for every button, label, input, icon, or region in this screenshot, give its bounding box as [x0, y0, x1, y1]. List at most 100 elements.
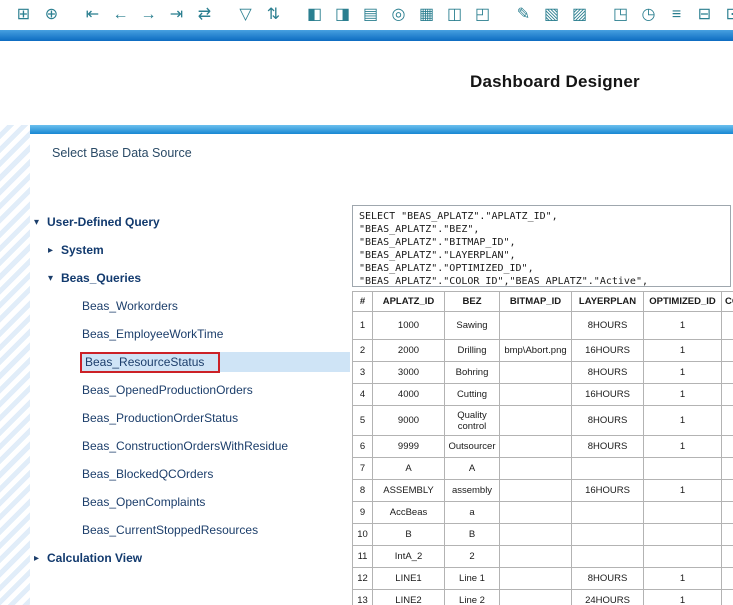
tree-item[interactable]: ▸System — [34, 236, 350, 264]
tree-item-body: User-Defined Query — [47, 212, 350, 232]
tree-item[interactable]: Beas_Workorders — [34, 292, 350, 320]
table-row[interactable]: 7AA — [353, 458, 733, 480]
table-row[interactable]: 12LINE1Line 18HOURS1 — [353, 568, 733, 590]
column-header: BEZ — [445, 292, 500, 312]
last-record-icon[interactable]: ⇥ — [165, 3, 188, 26]
chevron-right-icon[interactable]: ▸ — [48, 245, 61, 256]
tree-item[interactable]: ▸Calculation View — [34, 544, 350, 572]
column-header: BITMAP_ID — [500, 292, 572, 312]
document-search-icon[interactable]: ◰ — [471, 3, 494, 26]
tree-item-body: Beas_Workorders — [82, 296, 350, 316]
table-cell: 8HOURS — [572, 312, 644, 340]
refresh-icon[interactable]: ⇄ — [193, 3, 216, 26]
sql-preview[interactable]: SELECT "BEAS_APLATZ"."APLATZ_ID", "BEAS_A… — [352, 205, 731, 287]
previous-record-icon[interactable]: ← — [109, 3, 132, 26]
list-icon[interactable]: ≡ — [665, 3, 688, 26]
selection-marker-box: Beas_ResourceStatus — [80, 352, 220, 373]
table-cell: 9 — [353, 502, 373, 524]
page-title: Dashboard Designer — [470, 72, 640, 92]
tree-item-label: Beas_ResourceStatus — [85, 355, 204, 369]
table-row[interactable]: 8ASSEMBLYassembly16HOURS1 — [353, 480, 733, 502]
tree-item-body: Beas_ProductionOrderStatus — [82, 408, 350, 428]
next-window-icon[interactable]: ◨ — [331, 3, 354, 26]
table-cell: 16HOURS — [572, 340, 644, 362]
tree-item-label: Beas_CurrentStoppedResources — [82, 523, 258, 537]
tree-item[interactable]: Beas_BlockedQCOrders — [34, 460, 350, 488]
edit-pencil-icon[interactable]: ✎ — [512, 3, 535, 26]
sql-line: "BEAS_APLATZ"."LAYERPLAN", — [359, 249, 724, 262]
table-icon[interactable]: ▦ — [415, 3, 438, 26]
column-header: APLATZ_ID — [373, 292, 445, 312]
chevron-right-icon[interactable]: ▸ — [34, 553, 47, 564]
table-row[interactable]: 44000Cutting16HOURS1 — [353, 384, 733, 406]
table-cell — [500, 568, 572, 590]
sort-icon[interactable]: ⇅ — [262, 3, 285, 26]
data-source-tree: ▾User-Defined Query▸System▾Beas_QueriesB… — [34, 208, 350, 572]
table-cell — [644, 502, 722, 524]
table-cell: a — [445, 502, 500, 524]
tree-item[interactable]: Beas_ProductionOrderStatus — [34, 404, 350, 432]
table-row[interactable]: 59000Quality control8HOURS1 — [353, 406, 733, 436]
table-cell: ASSEMBLY — [373, 480, 445, 502]
form-grid-icon[interactable]: ⊞ — [12, 3, 35, 26]
calculator-icon[interactable]: ⊡ — [721, 3, 733, 26]
previous-window-icon[interactable]: ◧ — [303, 3, 326, 26]
table-cell: Cutting — [445, 384, 500, 406]
left-stripe-decoration — [0, 125, 30, 605]
tree-item[interactable]: Beas_OpenedProductionOrders — [34, 376, 350, 404]
tree-item[interactable]: Beas_EmployeeWorkTime — [34, 320, 350, 348]
table-row[interactable]: 69999Outsourcer8HOURS1 — [353, 436, 733, 458]
filter-icon[interactable]: ▽ — [234, 3, 257, 26]
table-row[interactable]: 9AccBeasa — [353, 502, 733, 524]
table-row[interactable]: 11IntA_22 — [353, 546, 733, 568]
book-icon[interactable]: ◫ — [443, 3, 466, 26]
form-design-icon[interactable]: ▨ — [568, 3, 591, 26]
add-form-icon[interactable]: ⊕ — [40, 3, 63, 26]
table-cell — [572, 524, 644, 546]
org-chart-icon[interactable]: ⊟ — [693, 3, 716, 26]
column-header: # — [353, 292, 373, 312]
form-edit-icon[interactable]: ▧ — [540, 3, 563, 26]
table-cell: LINE2 — [373, 590, 445, 605]
tree-item-label: Beas_Queries — [61, 271, 141, 285]
tree-item-label: System — [61, 243, 104, 257]
first-record-icon[interactable]: ⇤ — [81, 3, 104, 26]
table-cell — [500, 362, 572, 384]
table-cell: 8HOURS — [572, 436, 644, 458]
tree-item[interactable]: ▾Beas_Queries — [34, 264, 350, 292]
sql-line: SELECT "BEAS_APLATZ"."APLATZ_ID", — [359, 210, 724, 223]
tree-item-body: Beas_Queries — [61, 268, 350, 288]
table-cell: 24HOURS — [572, 590, 644, 605]
table-cell — [722, 362, 733, 384]
schedule-document-icon[interactable]: ◷ — [637, 3, 660, 26]
tree-item[interactable]: ▾User-Defined Query — [34, 208, 350, 236]
export-document-icon[interactable]: ◳ — [609, 3, 632, 26]
table-row[interactable]: 33000Bohring8HOURS1 — [353, 362, 733, 384]
table-row[interactable]: 11000Sawing8HOURS1 — [353, 312, 733, 340]
table-cell — [500, 458, 572, 480]
tree-item[interactable]: Beas_ConstructionOrdersWithResidue — [34, 432, 350, 460]
table-cell: 1 — [644, 340, 722, 362]
tree-item[interactable]: Beas_CurrentStoppedResources — [34, 516, 350, 544]
table-cell: 4 — [353, 384, 373, 406]
table-cell — [722, 340, 733, 362]
table-cell — [722, 502, 733, 524]
table-cell: 8 — [353, 480, 373, 502]
table-cell — [644, 458, 722, 480]
chevron-down-icon[interactable]: ▾ — [48, 273, 61, 284]
sql-line: "BEAS_APLATZ"."COLOR_ID","BEAS_APLATZ"."… — [359, 275, 724, 287]
table-row[interactable]: 10BB — [353, 524, 733, 546]
report-icon[interactable]: ▤ — [359, 3, 382, 26]
table-row[interactable]: 22000Drillingbmp\Abort.png16HOURS1 — [353, 340, 733, 362]
table-cell — [722, 524, 733, 546]
table-cell: A — [445, 458, 500, 480]
tree-item[interactable]: Beas_ResourceStatus — [34, 348, 350, 376]
next-record-icon[interactable]: → — [137, 3, 160, 26]
chevron-down-icon[interactable]: ▾ — [34, 217, 47, 228]
table-cell: 16HOURS — [572, 480, 644, 502]
tree-item-body: Beas_ConstructionOrdersWithResidue — [82, 436, 350, 456]
table-row[interactable]: 13LINE2Line 224HOURS1 — [353, 590, 733, 605]
tree-item-body: Beas_CurrentStoppedResources — [82, 520, 350, 540]
link-icon[interactable]: ◎ — [387, 3, 410, 26]
tree-item[interactable]: Beas_OpenComplaints — [34, 488, 350, 516]
